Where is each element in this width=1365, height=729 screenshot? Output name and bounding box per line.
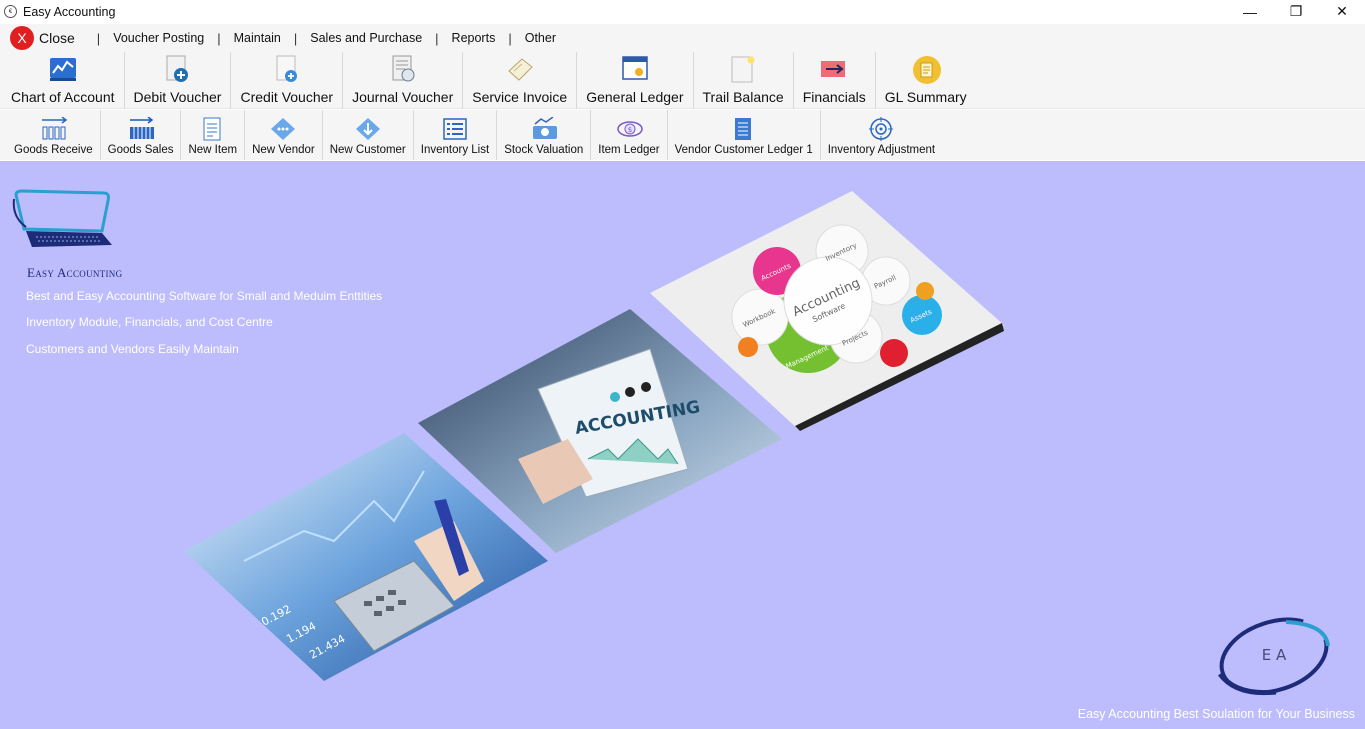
ea-logo-text: E A xyxy=(1262,646,1287,664)
gl-summary-icon xyxy=(912,55,941,84)
menu-maintain[interactable]: Maintain xyxy=(234,31,281,45)
new-item-button[interactable]: New Item xyxy=(181,110,246,160)
trail-balance-label: Trail Balance xyxy=(702,89,784,105)
new-item-icon xyxy=(200,117,226,141)
item-ledger-button[interactable]: $ Item Ledger xyxy=(591,110,668,160)
journal-voucher-icon xyxy=(389,55,417,83)
inventory-list-label: Inventory List xyxy=(420,144,490,156)
computer-logo-icon xyxy=(12,187,112,249)
chart-of-account-button[interactable]: Chart of Account xyxy=(0,52,125,109)
main-area: Easy Accounting Best and Easy Accounting… xyxy=(0,161,1365,729)
credit-voucher-icon xyxy=(273,55,301,83)
menu-bar: X Close | Voucher Posting | Maintain | S… xyxy=(0,24,1365,52)
new-vendor-button[interactable]: New Vendor xyxy=(245,110,323,160)
tagline-3: Customers and Vendors Easily Maintain xyxy=(26,342,239,356)
stock-valuation-label: Stock Valuation xyxy=(504,144,584,156)
software-diagram-photo: Accounting Software Accounts Inventory P… xyxy=(650,191,1004,431)
trail-balance-button[interactable]: Trail Balance xyxy=(694,52,794,109)
inventory-adjustment-button[interactable]: Inventory Adjustment xyxy=(821,110,942,160)
service-invoice-button[interactable]: Service Invoice xyxy=(463,52,578,109)
close-button[interactable]: X Close xyxy=(10,26,75,50)
credit-voucher-label: Credit Voucher xyxy=(240,89,334,105)
footer-text: Easy Accounting Best Soulation for Your … xyxy=(1077,707,1355,721)
new-vendor-icon xyxy=(270,117,296,141)
inventory-adjustment-icon xyxy=(868,117,894,141)
goods-receive-button[interactable]: Goods Receive xyxy=(0,110,101,160)
new-vendor-label: New Vendor xyxy=(252,144,315,156)
service-invoice-label: Service Invoice xyxy=(472,89,568,105)
ea-logo: E A xyxy=(1216,616,1332,698)
vendor-customer-ledger-icon xyxy=(731,117,757,141)
inventory-list-icon xyxy=(442,117,468,141)
goods-sales-label: Goods Sales xyxy=(107,144,174,156)
close-window-button[interactable]: ✕ xyxy=(1319,0,1365,23)
minimize-button[interactable]: — xyxy=(1227,0,1273,23)
new-customer-label: New Customer xyxy=(329,144,406,156)
window-controls: — ❐ ✕ xyxy=(1227,0,1365,23)
app-icon: € xyxy=(4,5,17,18)
close-icon: X xyxy=(10,26,34,50)
gl-summary-label: GL Summary xyxy=(884,89,967,105)
menu-separator: | xyxy=(293,30,298,46)
gl-summary-button[interactable]: GL Summary xyxy=(876,52,976,109)
window-title: Easy Accounting xyxy=(23,4,116,19)
goods-sales-button[interactable]: Goods Sales xyxy=(101,110,182,160)
debit-voucher-icon xyxy=(163,55,191,83)
main-toolbar: Chart of Account Debit Voucher Credit Vo… xyxy=(0,52,1365,109)
new-customer-icon xyxy=(355,117,381,141)
menu-separator: | xyxy=(508,30,512,46)
svg-text:$: $ xyxy=(628,126,632,134)
tagline-1: Best and Easy Accounting Software for Sm… xyxy=(26,289,383,303)
stock-valuation-button[interactable]: Stock Valuation xyxy=(497,110,592,160)
debit-voucher-label: Debit Voucher xyxy=(133,89,222,105)
chart-of-account-label: Chart of Account xyxy=(11,89,115,105)
vendor-customer-ledger-button[interactable]: Vendor Customer Ledger 1 xyxy=(668,110,821,160)
stock-valuation-icon xyxy=(531,116,557,141)
goods-receive-icon xyxy=(40,116,68,141)
general-ledger-label: General Ledger xyxy=(586,89,684,105)
vendor-customer-ledger-label: Vendor Customer Ledger 1 xyxy=(674,144,813,156)
menu-reports[interactable]: Reports xyxy=(452,31,496,45)
menu-sales-and-purchase[interactable]: Sales and Purchase xyxy=(310,31,422,45)
restore-button[interactable]: ❐ xyxy=(1273,0,1319,23)
title-bar: € Easy Accounting — ❐ ✕ xyxy=(0,0,1365,23)
chart-of-account-icon xyxy=(49,55,77,83)
menu-other[interactable]: Other xyxy=(525,31,556,45)
goods-sales-icon xyxy=(128,116,154,141)
new-customer-button[interactable]: New Customer xyxy=(323,110,414,160)
menu-voucher-posting[interactable]: Voucher Posting xyxy=(113,31,204,45)
financials-label: Financials xyxy=(802,89,866,105)
financials-button[interactable]: Financials xyxy=(794,52,876,109)
new-item-label: New Item xyxy=(188,144,238,156)
item-ledger-icon: $ xyxy=(616,117,643,141)
close-label: Close xyxy=(39,30,75,46)
tagline-2: Inventory Module, Financials, and Cost C… xyxy=(26,315,273,329)
goods-receive-label: Goods Receive xyxy=(14,144,93,156)
trail-balance-icon xyxy=(729,55,757,83)
inventory-list-button[interactable]: Inventory List xyxy=(414,110,498,160)
general-ledger-icon xyxy=(621,55,649,83)
general-ledger-button[interactable]: General Ledger xyxy=(577,52,694,109)
item-ledger-label: Item Ledger xyxy=(598,144,660,156)
menu-separator: | xyxy=(435,30,439,46)
debit-voucher-button[interactable]: Debit Voucher xyxy=(125,52,232,109)
journal-voucher-label: Journal Voucher xyxy=(352,89,454,105)
service-invoice-icon xyxy=(506,55,534,83)
inventory-adjustment-label: Inventory Adjustment xyxy=(827,144,936,156)
credit-voucher-button[interactable]: Credit Voucher xyxy=(231,52,344,109)
secondary-toolbar: Goods Receive Goods Sales New Item New V… xyxy=(0,110,1365,160)
menu-separator: | xyxy=(96,30,101,46)
journal-voucher-button[interactable]: Journal Voucher xyxy=(343,52,464,109)
brand-title: Easy Accounting xyxy=(27,265,123,280)
menu-separator: | xyxy=(217,30,221,46)
financials-icon xyxy=(820,55,848,83)
